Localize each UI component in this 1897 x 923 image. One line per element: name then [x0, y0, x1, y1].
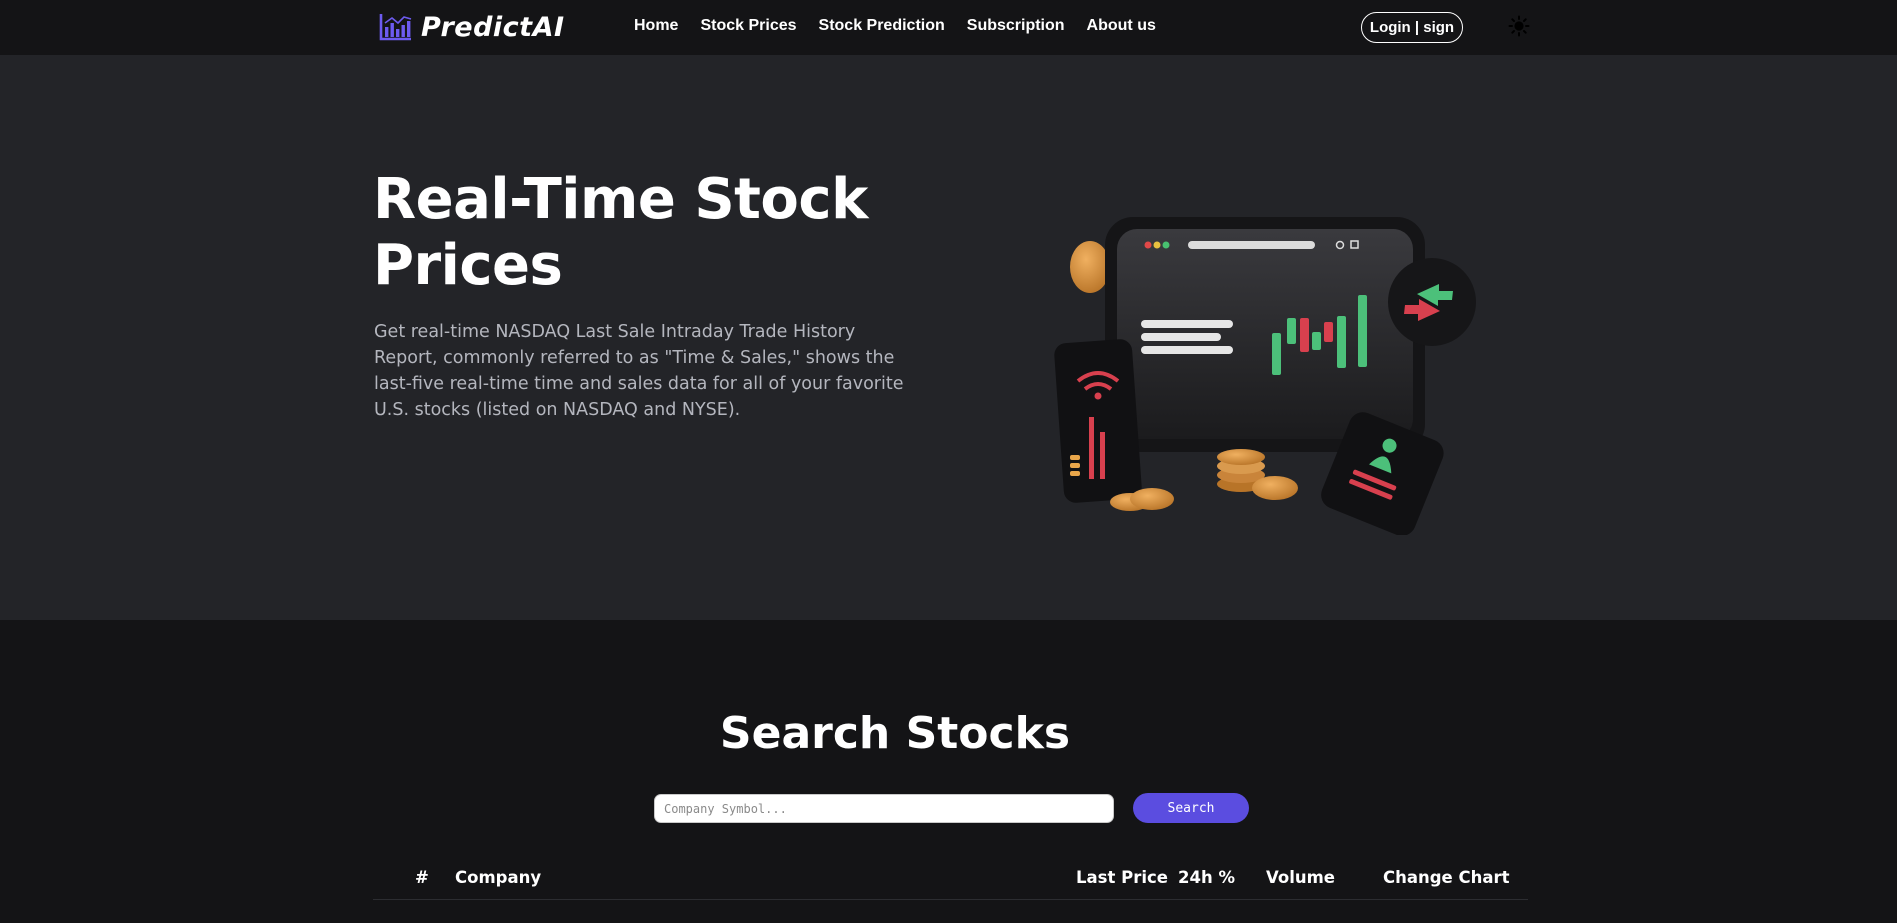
chart-logo-icon: [379, 14, 412, 41]
hero-section: Real-Time Stock Prices Get real-time NAS…: [0, 55, 1897, 620]
login-sign-button[interactable]: Login | sign: [1361, 12, 1463, 43]
hero-description: Get real-time NASDAQ Last Sale Intraday …: [374, 322, 904, 420]
sun-icon[interactable]: [1508, 15, 1530, 37]
logo[interactable]: PredictAI: [379, 11, 565, 43]
nav-link-stock-prediction[interactable]: Stock Prediction: [819, 17, 945, 35]
company-symbol-input[interactable]: [654, 794, 1114, 823]
logo-text: PredictAI: [421, 11, 565, 43]
column-header-company: Company: [455, 868, 542, 887]
column-header-volume: Volume: [1266, 868, 1335, 887]
search-button[interactable]: Search: [1133, 793, 1249, 823]
nav-link-subscription[interactable]: Subscription: [967, 17, 1065, 35]
column-header-change-chart: Change Chart: [1383, 868, 1510, 887]
nav-link-home[interactable]: Home: [634, 17, 678, 35]
column-header-index: #: [415, 868, 429, 887]
navbar: PredictAI Home Stock Prices Stock Predic…: [0, 0, 1897, 55]
stock-dashboard-illustration: [1054, 217, 1476, 535]
hero-title: Real-Time Stock Prices: [373, 167, 868, 298]
column-header-last-price: Last Price: [1076, 868, 1168, 887]
nav-link-about-us[interactable]: About us: [1087, 17, 1156, 35]
search-stocks-title: Search Stocks: [719, 708, 1071, 759]
nav-link-stock-prices[interactable]: Stock Prices: [700, 17, 796, 35]
stocks-table-header: # Company Last Price 24h % Volume Change…: [373, 868, 1528, 900]
search-stocks-section: Search Stocks Search # Company Last Pric…: [0, 620, 1897, 923]
column-header-24h-percent: 24h %: [1178, 868, 1235, 887]
nav-links: Home Stock Prices Stock Prediction Subsc…: [634, 17, 1178, 35]
